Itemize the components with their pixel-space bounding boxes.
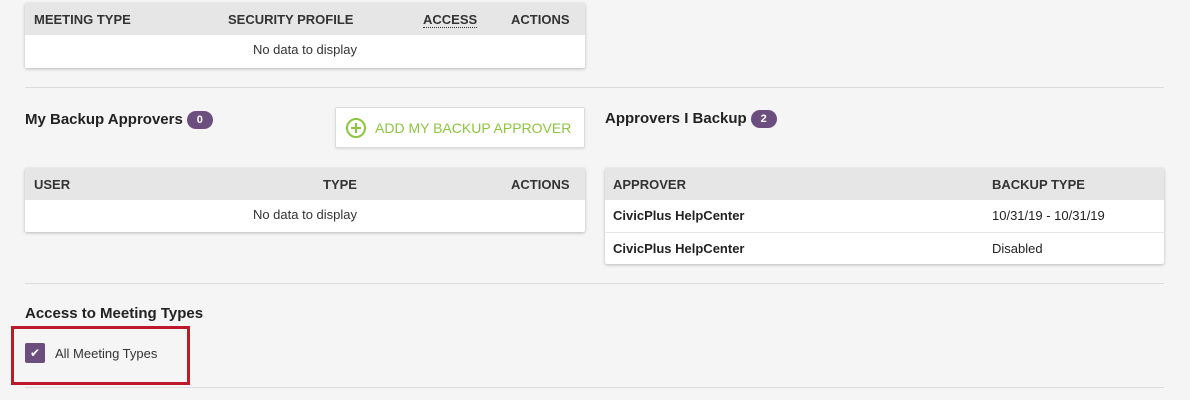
approver-name: CivicPlus HelpCenter — [613, 208, 745, 223]
backup-type-value: Disabled — [992, 241, 1043, 256]
column-header-actions: ACTIONS — [511, 177, 570, 192]
approvers-i-backup-table: APPROVER BACKUP TYPE CivicPlus HelpCente… — [605, 168, 1164, 264]
meeting-type-security-table: MEETING TYPE SECURITY PROFILE ACCESS ACT… — [25, 3, 585, 68]
table-header: USER TYPE ACTIONS — [25, 168, 585, 200]
table-header: MEETING TYPE SECURITY PROFILE ACCESS ACT… — [25, 3, 585, 35]
add-backup-approver-button[interactable]: ADD MY BACKUP APPROVER — [335, 107, 585, 148]
column-header-approver[interactable]: APPROVER — [613, 177, 686, 192]
all-meeting-types-checkbox[interactable]: ✔ — [25, 343, 45, 363]
add-button-label: ADD MY BACKUP APPROVER — [375, 120, 572, 136]
approvers-i-backup-heading: Approvers I Backup 2 — [605, 110, 777, 129]
plus-circle-icon — [346, 118, 366, 138]
access-meeting-types-heading: Access to Meeting Types — [25, 305, 204, 322]
section-title: My Backup Approvers — [25, 111, 183, 128]
backup-type-value: 10/31/19 - 10/31/19 — [992, 208, 1105, 223]
column-header-meeting-type[interactable]: MEETING TYPE — [34, 12, 131, 27]
section-title: Approvers I Backup — [605, 110, 747, 127]
table-header: APPROVER BACKUP TYPE — [605, 168, 1164, 200]
all-meeting-types-label[interactable]: All Meeting Types — [55, 346, 157, 361]
column-header-user[interactable]: USER — [34, 177, 70, 192]
column-header-type[interactable]: TYPE — [323, 177, 357, 192]
count-badge: 0 — [186, 111, 213, 130]
empty-message: No data to display — [252, 207, 358, 222]
approver-name: CivicPlus HelpCenter — [613, 241, 745, 256]
checkmark-icon: ✔ — [29, 346, 41, 360]
section-divider — [25, 87, 1164, 88]
section-divider — [25, 283, 1164, 284]
empty-message: No data to display — [252, 42, 358, 57]
column-header-security-profile[interactable]: SECURITY PROFILE — [228, 12, 353, 27]
count-badge: 2 — [750, 110, 777, 129]
table-row[interactable]: CivicPlus HelpCenter Disabled — [605, 232, 1164, 265]
column-header-actions: ACTIONS — [511, 12, 570, 27]
column-header-backup-type[interactable]: BACKUP TYPE — [992, 177, 1085, 192]
section-divider — [25, 387, 1164, 388]
table-row[interactable]: CivicPlus HelpCenter 10/31/19 - 10/31/19 — [605, 200, 1164, 232]
backup-approvers-table: USER TYPE ACTIONS No data to display — [25, 168, 585, 232]
column-header-access[interactable]: ACCESS — [423, 12, 478, 28]
my-backup-approvers-heading: My Backup Approvers 0 — [25, 111, 213, 130]
